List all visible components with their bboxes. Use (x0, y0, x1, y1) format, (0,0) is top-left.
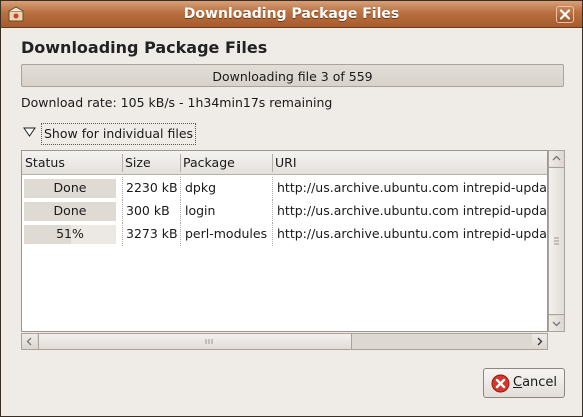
scroll-down-button[interactable] (549, 316, 564, 331)
chevron-up-icon (552, 155, 561, 161)
download-rate-text: Download rate: 105 kB/s - 1h34min17s rem… (21, 95, 333, 110)
chevron-down-icon (552, 321, 561, 327)
cancel-label-rest: ancel (522, 375, 558, 390)
horizontal-scrollbar[interactable] (21, 333, 548, 350)
cancel-icon (491, 374, 510, 393)
table-row[interactable]: 51% 3273 kB perl-modules http://us.archi… (22, 223, 547, 246)
cell-divider (272, 177, 273, 200)
cell-divider (122, 200, 123, 223)
cell-divider (180, 200, 181, 223)
table-row[interactable]: Done 300 kB login http://us.archive.ubun… (22, 200, 547, 223)
cell-divider (272, 223, 273, 246)
cell-divider (180, 177, 181, 200)
cancel-button[interactable]: Cancel (483, 368, 565, 398)
title-bar[interactable]: Downloading Package Files (1, 1, 582, 28)
row-status: 51% (56, 226, 84, 241)
scroll-up-button[interactable] (549, 151, 564, 166)
column-header-package[interactable]: Package (180, 151, 272, 175)
row-package: dpkg (185, 180, 217, 195)
expander-triangle-icon (23, 127, 36, 137)
scroll-left-button[interactable] (22, 334, 37, 349)
chevron-right-icon (537, 337, 543, 346)
vertical-scrollbar[interactable] (548, 150, 565, 332)
row-progress-bar: 51% (24, 225, 116, 244)
table-row[interactable]: Done 2230 kB dpkg http://us.archive.ubun… (22, 177, 547, 200)
column-header-status[interactable]: Status (22, 151, 122, 175)
column-header-uri[interactable]: URI (272, 151, 547, 175)
cell-divider (180, 223, 181, 246)
row-uri: http://us.archive.ubuntu.com intrepid-up… (277, 226, 547, 241)
horizontal-scroll-thumb[interactable] (38, 334, 352, 349)
expander-label[interactable]: Show for individual files (41, 123, 197, 145)
chevron-left-icon (26, 337, 32, 346)
vertical-scroll-thumb[interactable] (549, 167, 564, 315)
close-button[interactable] (556, 6, 574, 23)
row-uri: http://us.archive.ubuntu.com intrepid-up… (277, 203, 547, 218)
row-progress-bar: Done (24, 179, 116, 198)
row-size: 2230 kB (126, 180, 178, 195)
grip-icon (205, 339, 213, 344)
row-size: 3273 kB (126, 226, 178, 241)
table-header: Status Size Package URI (22, 151, 547, 175)
cell-divider (122, 177, 123, 200)
scroll-right-button[interactable] (532, 334, 547, 349)
overall-progress-bar: Downloading file 3 of 559 (21, 64, 564, 87)
download-dialog: Downloading Package Files Downloading Pa… (0, 0, 583, 417)
window-title: Downloading Package Files (183, 6, 400, 22)
file-list-table[interactable]: Status Size Package URI Done 2230 kB dpk… (21, 150, 548, 332)
dialog-heading: Downloading Package Files (21, 38, 268, 57)
column-header-size[interactable]: Size (122, 151, 180, 175)
row-status: Done (53, 180, 87, 195)
grip-icon (554, 237, 559, 245)
row-status: Done (53, 203, 87, 218)
cancel-button-label: Cancel (513, 375, 557, 390)
row-progress-bar: Done (24, 202, 116, 221)
cancel-mnemonic: C (513, 375, 523, 390)
cell-divider (272, 200, 273, 223)
cell-divider (122, 223, 123, 246)
row-size: 300 kB (126, 203, 170, 218)
overall-progress-label: Downloading file 3 of 559 (212, 69, 373, 84)
row-package: login (185, 203, 216, 218)
close-icon (559, 9, 571, 20)
row-uri: http://us.archive.ubuntu.com intrepid-up… (277, 180, 547, 195)
row-package: perl-modules (185, 226, 268, 241)
